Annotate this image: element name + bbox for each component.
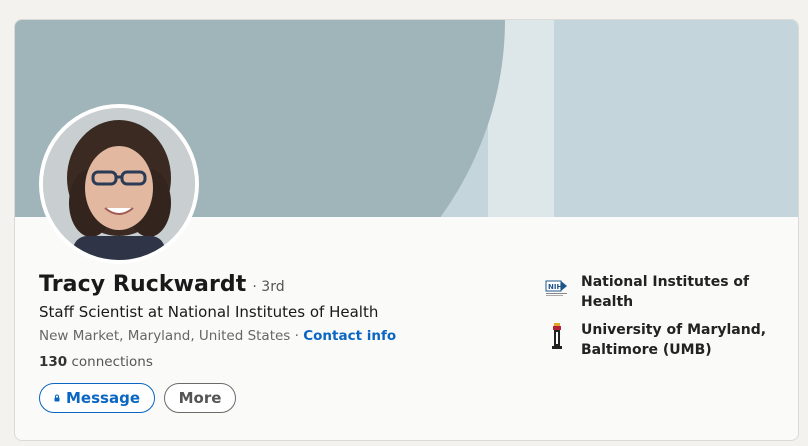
profile-actions: Message More xyxy=(39,383,236,413)
message-label: Message xyxy=(66,389,140,407)
org-name: National Institutes of Health xyxy=(581,274,750,310)
nih-logo-icon: NIH xyxy=(545,276,569,300)
umb-logo-icon xyxy=(545,323,569,349)
lock-icon xyxy=(54,394,60,402)
location-row: New Market, Maryland, United States · Co… xyxy=(39,328,396,344)
connections-number: 130 xyxy=(39,354,68,370)
connection-degree: · 3rd xyxy=(252,279,285,295)
profile-name: Tracy Ruckwardt xyxy=(39,272,247,297)
org-umb[interactable]: University of Maryland, Baltimore (UMB) xyxy=(545,320,785,360)
connections-label: connections xyxy=(67,354,153,370)
message-button[interactable]: Message xyxy=(39,383,155,413)
profile-headline: Staff Scientist at National Institutes o… xyxy=(39,303,379,321)
profile-card: Tracy Ruckwardt · 3rd Staff Scientist at… xyxy=(14,19,799,441)
more-label: More xyxy=(178,389,222,407)
name-row: Tracy Ruckwardt · 3rd xyxy=(39,272,285,297)
avatar[interactable] xyxy=(39,104,199,264)
svg-text:NIH: NIH xyxy=(548,283,562,291)
organizations: NIH National Institutes of Health Univer… xyxy=(545,272,785,368)
profile-location: New Market, Maryland, United States xyxy=(39,328,291,344)
location-separator: · xyxy=(290,328,304,344)
connections-count: 130 connections xyxy=(39,354,153,370)
org-nih[interactable]: NIH National Institutes of Health xyxy=(545,272,785,312)
avatar-photo xyxy=(43,108,195,260)
more-button[interactable]: More xyxy=(164,383,236,413)
org-name: University of Maryland, Baltimore (UMB) xyxy=(581,322,767,358)
contact-info-link[interactable]: Contact info xyxy=(303,328,396,344)
